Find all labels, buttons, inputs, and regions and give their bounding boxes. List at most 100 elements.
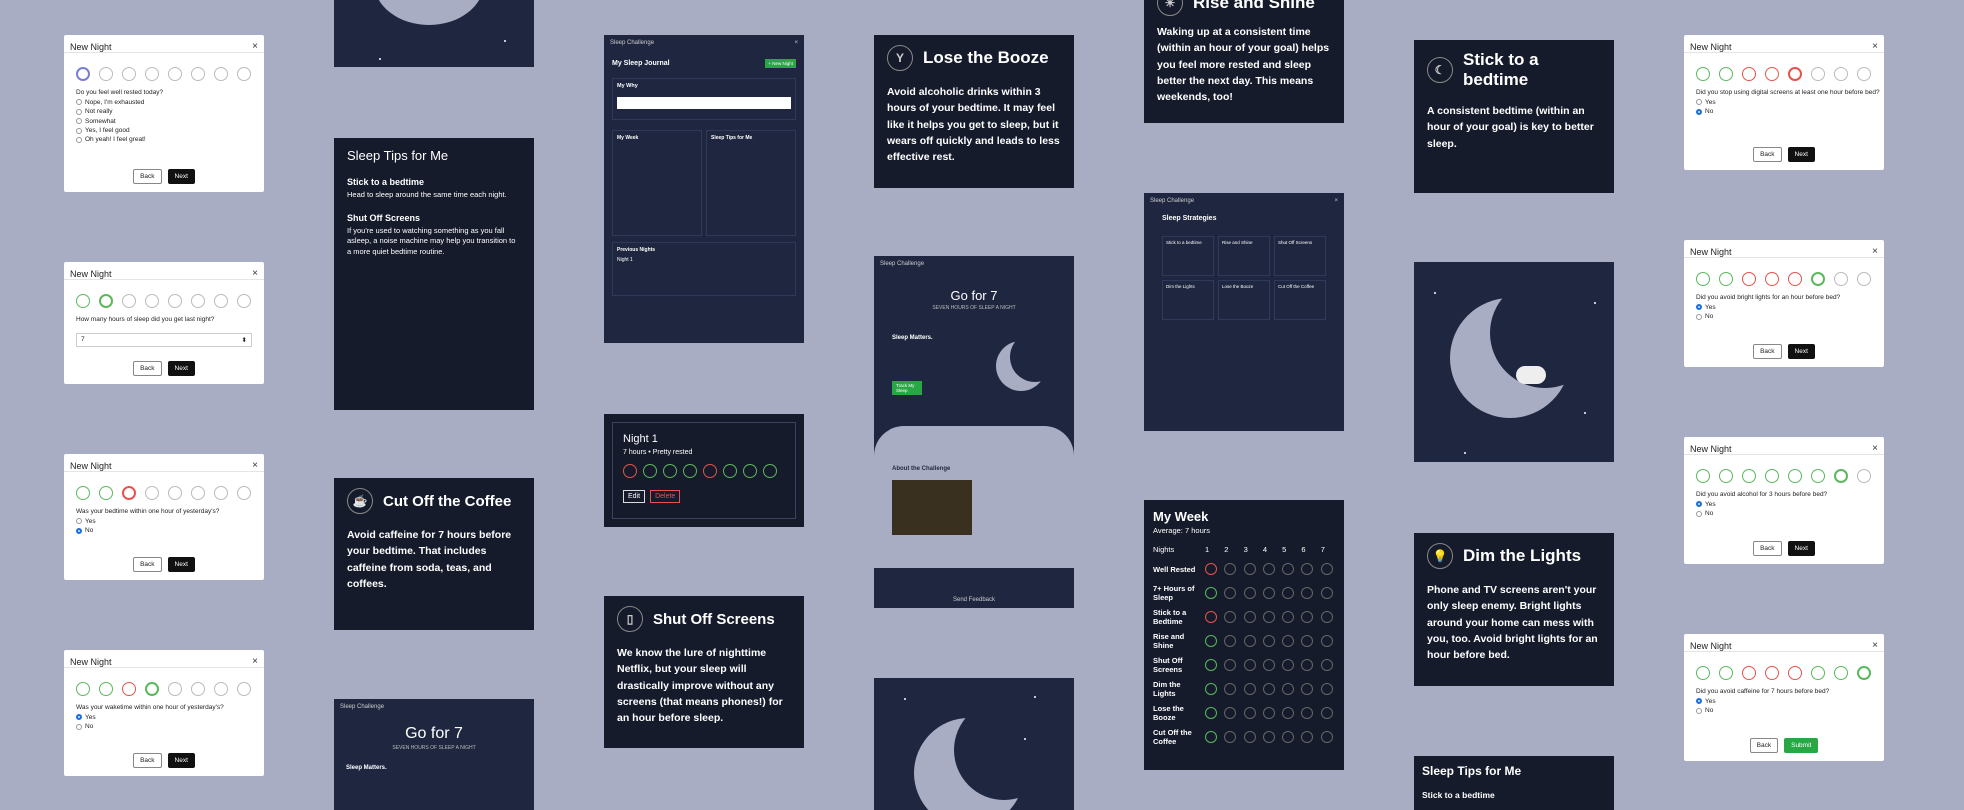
week-title: My Week <box>1153 509 1209 524</box>
row-label: Well Rested <box>1153 564 1196 574</box>
day-cell <box>1224 683 1237 695</box>
back-button[interactable]: Back <box>133 557 162 572</box>
sleep-strategies-preview: Sleep Challenge × Sleep Strategies Stick … <box>1144 193 1344 431</box>
day-cell <box>1262 587 1275 599</box>
day-cell <box>1224 659 1237 671</box>
back-button[interactable]: Back <box>1753 541 1782 556</box>
next-button[interactable]: Next <box>167 169 195 184</box>
day-cell <box>1262 659 1275 671</box>
close-icon[interactable]: × <box>252 460 258 471</box>
question-text: How many hours of sleep did you get last… <box>76 316 215 323</box>
day-cell <box>1301 659 1314 671</box>
bedtime-card: ☾ Stick to a bedtime A consistent bedtime… <box>1414 40 1614 193</box>
close-icon[interactable]: × <box>252 656 258 667</box>
day-cell <box>1320 635 1333 647</box>
hours-select[interactable]: 7 ⬍ <box>76 332 252 347</box>
day-cell <box>1301 635 1314 647</box>
week-row: Rise and Shine <box>1153 632 1335 650</box>
day-cell <box>1262 707 1275 719</box>
radio-option[interactable]: Oh yeah! I feel great! <box>64 135 264 144</box>
next-button[interactable]: Next <box>167 557 195 572</box>
rise-card: ☀ Rise and Shine Waking up at a consisten… <box>1144 0 1344 123</box>
radio-no[interactable]: No <box>1684 509 1884 518</box>
week-row: Lose the Booze <box>1153 704 1335 722</box>
card-text: A consistent bedtime (within an hour of … <box>1427 105 1594 150</box>
strategy-tile[interactable]: Cut Off the Coffee <box>1274 280 1326 321</box>
day-cell <box>1301 707 1314 719</box>
radio-option[interactable]: Yes, I feel good <box>64 126 264 135</box>
radio-yes[interactable]: Yes <box>1684 303 1884 312</box>
edit-button[interactable]: Edit <box>623 490 646 503</box>
delete-button[interactable]: Delete <box>650 490 681 503</box>
back-button[interactable]: Back <box>133 169 162 184</box>
next-button[interactable]: Next <box>167 753 195 768</box>
radio-no[interactable]: No <box>64 722 264 731</box>
row-label: Dim the Lights <box>1153 680 1181 698</box>
modal-title: New Night <box>70 460 112 471</box>
rested-icon[interactable] <box>76 67 90 81</box>
back-button[interactable]: Back <box>1749 738 1779 753</box>
tips-title: Sleep Tips for Me <box>347 148 449 163</box>
back-button[interactable]: Back <box>133 361 162 376</box>
landing-preview-bottom: Sleep Challenge Go for 7 SEVEN HOURS OF … <box>334 699 534 810</box>
close-icon[interactable]: × <box>252 268 258 279</box>
radio-option[interactable]: Somewhat <box>64 117 264 126</box>
radio-yes[interactable]: Yes <box>1684 697 1884 706</box>
back-button[interactable]: Back <box>133 753 162 768</box>
radio-yes[interactable]: Yes <box>1684 98 1884 107</box>
radio-no[interactable]: No <box>1684 706 1884 715</box>
card-text: Avoid alcoholic drinks within 3 hours of… <box>887 86 1060 164</box>
strategy-tile[interactable]: Dim the Lights <box>1162 280 1214 321</box>
close-icon[interactable]: × <box>1872 443 1878 454</box>
close-icon[interactable]: × <box>1872 246 1878 257</box>
modal-title: New Night <box>1690 640 1732 651</box>
day-cell <box>1243 563 1256 575</box>
week-row: Cut Off the Coffee <box>1153 728 1335 746</box>
modal-title: New Night <box>70 41 112 52</box>
next-button[interactable]: Next <box>167 361 195 376</box>
sun-icon: ☀ <box>1157 0 1183 16</box>
row-label: Shut Off Screens <box>1153 656 1183 674</box>
journal-title: My Sleep Journal <box>612 60 670 68</box>
next-button[interactable]: Next <box>1787 344 1815 359</box>
radio-yes[interactable]: Yes <box>64 517 264 526</box>
sleep-journal-preview: Sleep Challenge × My Sleep Journal + New … <box>604 35 804 343</box>
radio-no[interactable]: No <box>64 526 264 535</box>
close-icon[interactable]: × <box>252 41 258 52</box>
strategy-tile[interactable]: Shut Off Screens <box>1274 236 1326 277</box>
night-entry[interactable]: Night 1 <box>617 257 791 263</box>
booze-card: Y Lose the Booze Avoid alcoholic drinks w… <box>874 35 1074 188</box>
question-text: Did you stop using digital screens at le… <box>1696 89 1880 96</box>
strategy-tile[interactable]: Rise and Shine <box>1218 236 1270 277</box>
hero-title: Go for 7 <box>950 288 998 304</box>
strategy-tile[interactable]: Lose the Booze <box>1218 280 1270 321</box>
radio-yes[interactable]: Yes <box>64 713 264 722</box>
day-cell <box>1282 635 1295 647</box>
night-1-card: Night 1 7 hours • Pretty rested Edit Del… <box>604 414 804 527</box>
new-night-button[interactable]: + New Night <box>765 59 796 69</box>
radio-option[interactable]: Not really <box>64 107 264 116</box>
radio-yes[interactable]: Yes <box>1684 500 1884 509</box>
submit-button[interactable]: Submit <box>1784 738 1819 753</box>
back-button[interactable]: Back <box>1753 344 1782 359</box>
day-cell <box>1243 707 1256 719</box>
next-button[interactable]: Next <box>1787 147 1815 162</box>
close-icon[interactable]: × <box>1872 41 1878 52</box>
day-cell <box>1262 683 1275 695</box>
radio-no[interactable]: No <box>1684 312 1884 321</box>
close-icon[interactable]: × <box>1872 640 1878 651</box>
next-button[interactable]: Next <box>1787 541 1815 556</box>
strategy-tile[interactable]: Stick to a bedtime <box>1162 236 1214 277</box>
radio-no[interactable]: No <box>1684 107 1884 116</box>
night-subtitle: 7 hours • Pretty rested <box>623 449 693 456</box>
tips-heading: Sleep Tips for Me <box>711 135 753 142</box>
radio-option[interactable]: Nope, I'm exhausted <box>64 98 264 107</box>
coffee-card: ☕ Cut Off the Coffee Avoid caffeine for 7… <box>334 478 534 630</box>
week-heading: My Week <box>617 135 639 142</box>
back-button[interactable]: Back <box>1753 147 1782 162</box>
track-sleep-button[interactable]: Track My Sleep <box>892 381 922 396</box>
tip-title: Stick to a bedtime <box>1422 790 1495 800</box>
feedback-link[interactable]: Send Feedback <box>874 596 1074 604</box>
day-cell <box>1243 635 1256 647</box>
row-label: Lose the Booze <box>1153 704 1184 722</box>
